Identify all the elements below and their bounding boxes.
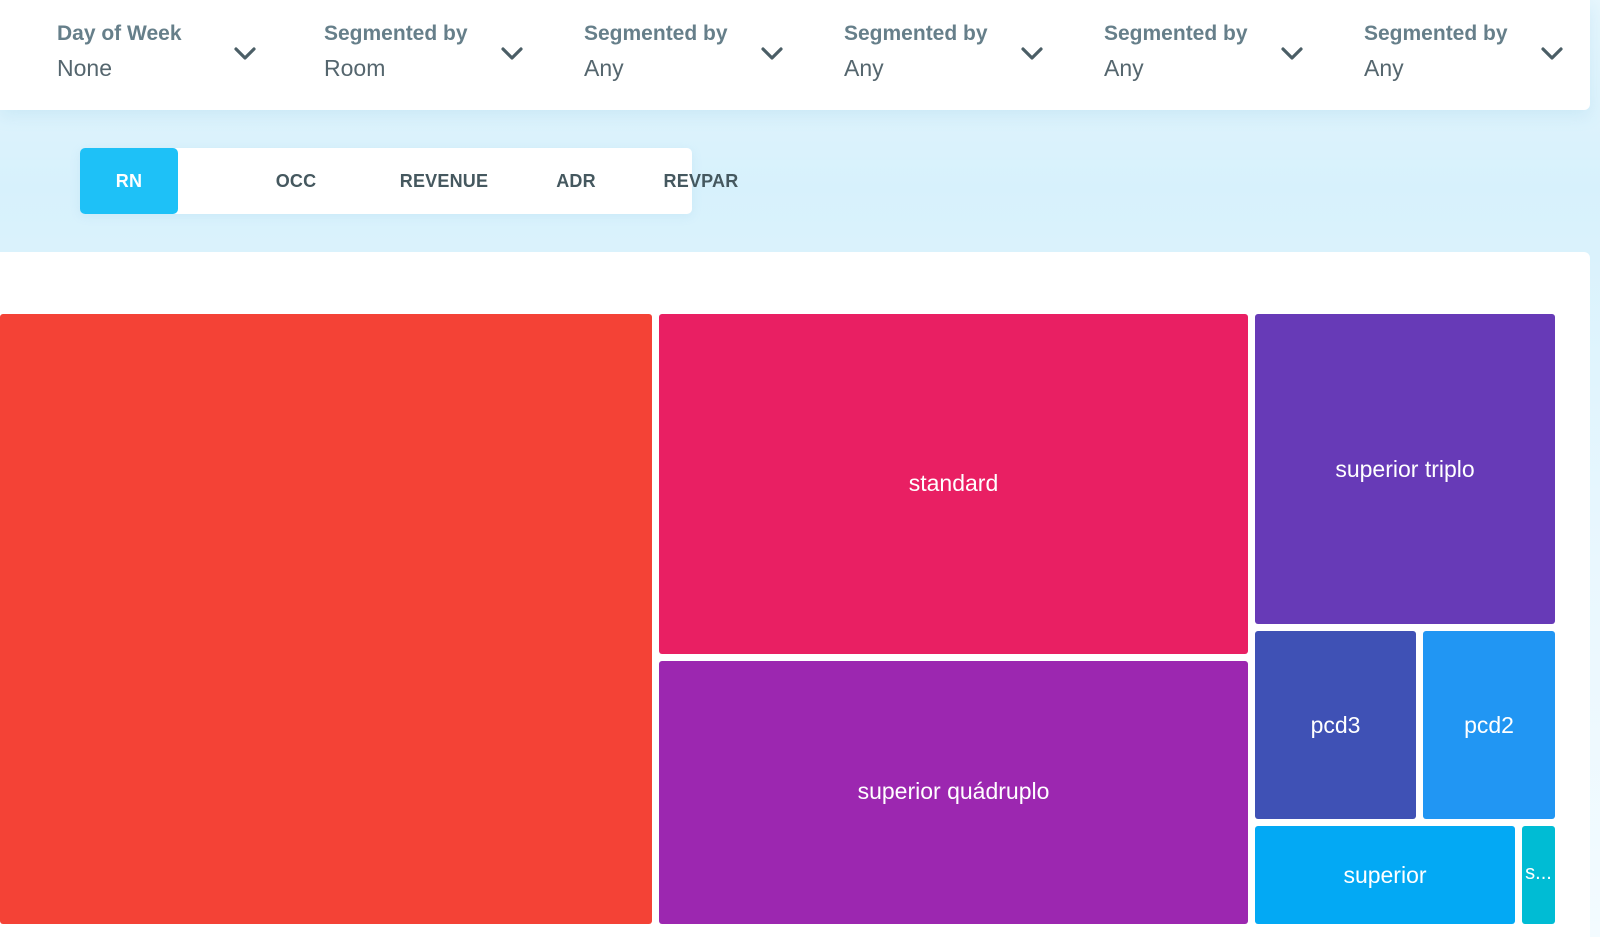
treemap-tile-pcd3[interactable] bbox=[1255, 631, 1416, 819]
tab-revpar[interactable]: REVPAR bbox=[658, 148, 744, 214]
filter-segment-4[interactable]: Segmented by Any bbox=[1104, 22, 1334, 88]
treemap-tile-pcd2[interactable] bbox=[1423, 631, 1555, 819]
chevron-down-icon bbox=[760, 46, 784, 62]
chevron-down-icon bbox=[1020, 46, 1044, 62]
filter-segment-2[interactable]: Segmented by Any bbox=[584, 22, 814, 88]
tab-adr[interactable]: ADR bbox=[546, 148, 606, 214]
filter-segment-3[interactable]: Segmented by Any bbox=[844, 22, 1074, 88]
chevron-down-icon bbox=[233, 46, 257, 62]
tab-occ[interactable]: OCC bbox=[268, 148, 324, 214]
filter-value: Any bbox=[844, 55, 884, 81]
filter-label: Segmented by bbox=[584, 22, 728, 45]
metric-tabs: RN OCC REVENUE ADR REVPAR bbox=[80, 148, 738, 214]
treemap-tile-standard[interactable] bbox=[659, 314, 1248, 654]
filter-value: Room bbox=[324, 55, 386, 81]
filter-value: Any bbox=[1104, 55, 1144, 81]
filter-value: None bbox=[57, 55, 112, 81]
filter-day-of-week[interactable]: Day of Week None bbox=[57, 22, 287, 88]
filter-value: Any bbox=[584, 55, 624, 81]
filter-label: Segmented by bbox=[1104, 22, 1248, 45]
filter-label: Segmented by bbox=[844, 22, 988, 45]
tab-rn[interactable]: RN bbox=[80, 148, 178, 214]
chevron-down-icon bbox=[1540, 46, 1564, 62]
filter-label: Day of Week bbox=[57, 22, 182, 45]
filter-label: Segmented by bbox=[324, 22, 468, 45]
treemap-tile-superior-triplo[interactable] bbox=[1255, 314, 1555, 624]
filter-segment-5[interactable]: Segmented by Any bbox=[1364, 22, 1594, 88]
tab-revenue[interactable]: REVENUE bbox=[390, 148, 498, 214]
treemap-tile-superior[interactable] bbox=[1255, 826, 1515, 924]
filter-bar: Day of Week None Segmented by Room Segme… bbox=[0, 0, 1590, 110]
chevron-down-icon bbox=[1280, 46, 1304, 62]
filter-value: Any bbox=[1364, 55, 1404, 81]
treemap-tile-s[interactable] bbox=[1522, 826, 1555, 924]
filter-label: Segmented by bbox=[1364, 22, 1508, 45]
treemap-tile-superior-quadruplo[interactable] bbox=[659, 661, 1248, 924]
treemap: standard superior quádruplo superior tri… bbox=[0, 252, 1590, 937]
treemap-tile-largest[interactable] bbox=[0, 314, 652, 924]
filter-segment-1[interactable]: Segmented by Room bbox=[324, 22, 554, 88]
chart-panel: standard superior quádruplo superior tri… bbox=[0, 252, 1590, 937]
chevron-down-icon bbox=[500, 46, 524, 62]
